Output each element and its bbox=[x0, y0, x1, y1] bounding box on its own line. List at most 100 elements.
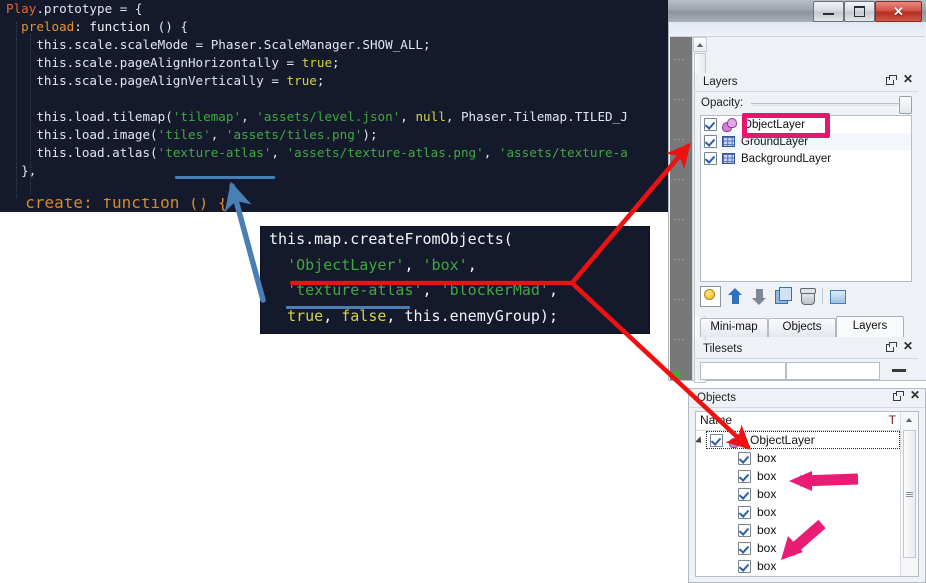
highlight-box-objectlayer bbox=[742, 113, 830, 138]
object-layer-icon bbox=[722, 118, 737, 132]
grid-marker bbox=[674, 59, 685, 60]
code-snippet-createfromobjects: this.map.createFromObjects( 'ObjectLayer… bbox=[260, 226, 650, 334]
opacity-slider-handle[interactable] bbox=[899, 96, 912, 114]
raise-layer-icon[interactable] bbox=[726, 287, 745, 306]
float-icon[interactable] bbox=[892, 391, 904, 401]
grid-marker bbox=[674, 99, 685, 100]
scroll-up-button[interactable] bbox=[693, 37, 707, 52]
tileset-tab[interactable] bbox=[700, 362, 786, 380]
layer-visibility-checkbox[interactable] bbox=[704, 152, 717, 165]
objects-tree-root-row[interactable]: ObjectLayer bbox=[696, 431, 918, 449]
map-object-marker bbox=[673, 371, 680, 378]
object-visibility-checkbox[interactable] bbox=[738, 505, 751, 519]
layer-properties-icon[interactable] bbox=[828, 287, 847, 306]
minimize-button[interactable] bbox=[813, 1, 844, 22]
chevron-up-icon bbox=[906, 418, 912, 422]
grid-marker bbox=[674, 179, 685, 180]
code-line: this.map.createFromObjects( bbox=[269, 230, 513, 248]
delete-layer-icon[interactable] bbox=[798, 287, 817, 306]
code-line: this.scale.pageAlignHorizontally = true; bbox=[6, 55, 340, 70]
code-line: 'ObjectLayer', 'box', bbox=[287, 255, 477, 274]
object-name-label: box bbox=[757, 487, 777, 501]
close-button[interactable]: ✕ bbox=[875, 1, 922, 22]
layers-list[interactable]: ObjectLayer GroundLayer BackgroundLayer bbox=[700, 115, 912, 282]
maximize-button[interactable] bbox=[844, 1, 875, 22]
layer-name-label: BackgroundLayer bbox=[741, 152, 832, 165]
scrollbar-grip-icon bbox=[906, 491, 913, 497]
object-visibility-checkbox[interactable] bbox=[738, 541, 751, 555]
object-name-label: box bbox=[757, 451, 777, 465]
maximize-icon bbox=[854, 6, 865, 17]
object-name-label: box bbox=[757, 469, 777, 483]
window-tab-strip bbox=[670, 22, 925, 37]
tab-label: Layers bbox=[852, 320, 888, 332]
tab-mini-map[interactable]: Mini-map bbox=[700, 318, 768, 337]
code-lines: Play.prototype = { preload: function () … bbox=[0, 0, 672, 180]
toolbar-divider bbox=[822, 288, 823, 304]
minimize-icon bbox=[823, 13, 834, 15]
column-header-type[interactable]: T bbox=[889, 413, 896, 427]
code-line: create: function () { bbox=[0, 198, 672, 212]
tile-layer-icon bbox=[722, 136, 735, 147]
objects-tree-row[interactable]: box bbox=[696, 521, 918, 539]
tilesets-dock-title: Tilesets ✕ bbox=[695, 340, 918, 359]
objects-vertical-scrollbar[interactable] bbox=[900, 412, 918, 576]
layers-toolbar bbox=[700, 285, 912, 307]
close-icon[interactable]: ✕ bbox=[903, 340, 913, 352]
collapse-triangle-icon[interactable] bbox=[696, 436, 705, 446]
tab-layers[interactable]: Layers bbox=[836, 316, 904, 337]
objects-tree[interactable]: Name T ObjectLayer box box box box box box box bbox=[695, 411, 919, 577]
objects-tree-row[interactable]: box bbox=[696, 503, 918, 521]
indent-guide bbox=[16, 22, 18, 204]
object-visibility-checkbox[interactable] bbox=[738, 559, 751, 573]
close-icon[interactable]: ✕ bbox=[910, 389, 920, 401]
objects-tree-row[interactable]: box bbox=[696, 557, 918, 575]
indent-guide bbox=[30, 34, 32, 194]
tab-objects[interactable]: Objects bbox=[768, 318, 836, 337]
new-layer-icon[interactable] bbox=[700, 285, 721, 307]
grid-marker bbox=[674, 259, 685, 260]
object-name-label: box bbox=[757, 523, 777, 537]
scrollbar-thumb[interactable] bbox=[903, 430, 916, 558]
chevron-up-icon bbox=[697, 42, 703, 47]
code-line: this.load.tilemap('tilemap', 'assets/lev… bbox=[6, 109, 628, 124]
close-icon: ✕ bbox=[893, 4, 904, 19]
duplicate-layer-icon[interactable] bbox=[774, 286, 793, 306]
close-icon[interactable]: ✕ bbox=[903, 73, 913, 85]
object-visibility-checkbox[interactable] bbox=[738, 523, 751, 537]
objects-tree-row[interactable]: box bbox=[696, 539, 918, 557]
tab-label: Objects bbox=[782, 321, 822, 333]
column-header-name[interactable]: Name bbox=[700, 413, 732, 427]
object-visibility-checkbox[interactable] bbox=[738, 451, 751, 465]
tab-label: Mini-map bbox=[710, 321, 758, 333]
float-icon[interactable] bbox=[885, 75, 897, 85]
object-visibility-checkbox[interactable] bbox=[710, 433, 723, 447]
blue-underline-texture-atlas-main bbox=[175, 176, 275, 179]
scroll-up-button[interactable] bbox=[902, 413, 916, 427]
objects-tree-row[interactable]: box bbox=[696, 449, 918, 467]
layer-row[interactable]: BackgroundLayer bbox=[701, 150, 911, 167]
object-layer-icon bbox=[729, 433, 744, 448]
tileset-tab[interactable] bbox=[786, 362, 880, 380]
code-snippet-clipped-line: create: function () { bbox=[0, 198, 672, 212]
object-visibility-checkbox[interactable] bbox=[738, 469, 751, 483]
layer-visibility-checkbox[interactable] bbox=[704, 135, 717, 148]
code-line: this.scale.scaleMode = Phaser.ScaleManag… bbox=[6, 37, 431, 52]
window-titlebar: ✕ bbox=[668, 0, 926, 22]
lower-layer-icon[interactable] bbox=[750, 287, 769, 306]
grid-marker bbox=[674, 219, 685, 220]
code-line: preload: function () { bbox=[21, 19, 189, 34]
grid-marker bbox=[674, 299, 685, 300]
objects-dock-title-label: Objects bbox=[697, 392, 736, 404]
map-canvas[interactable] bbox=[670, 37, 692, 380]
tileset-menu-icon[interactable] bbox=[892, 369, 906, 372]
opacity-row: Opacity: bbox=[699, 95, 914, 114]
object-visibility-checkbox[interactable] bbox=[738, 487, 751, 501]
opacity-slider-track[interactable] bbox=[751, 103, 911, 108]
layer-visibility-checkbox[interactable] bbox=[704, 118, 717, 131]
tile-layer-icon bbox=[722, 153, 735, 164]
objects-tree-row[interactable]: box bbox=[696, 467, 918, 485]
objects-tree-row[interactable]: box bbox=[696, 485, 918, 503]
grid-marker bbox=[674, 339, 685, 340]
float-icon[interactable] bbox=[885, 342, 897, 352]
